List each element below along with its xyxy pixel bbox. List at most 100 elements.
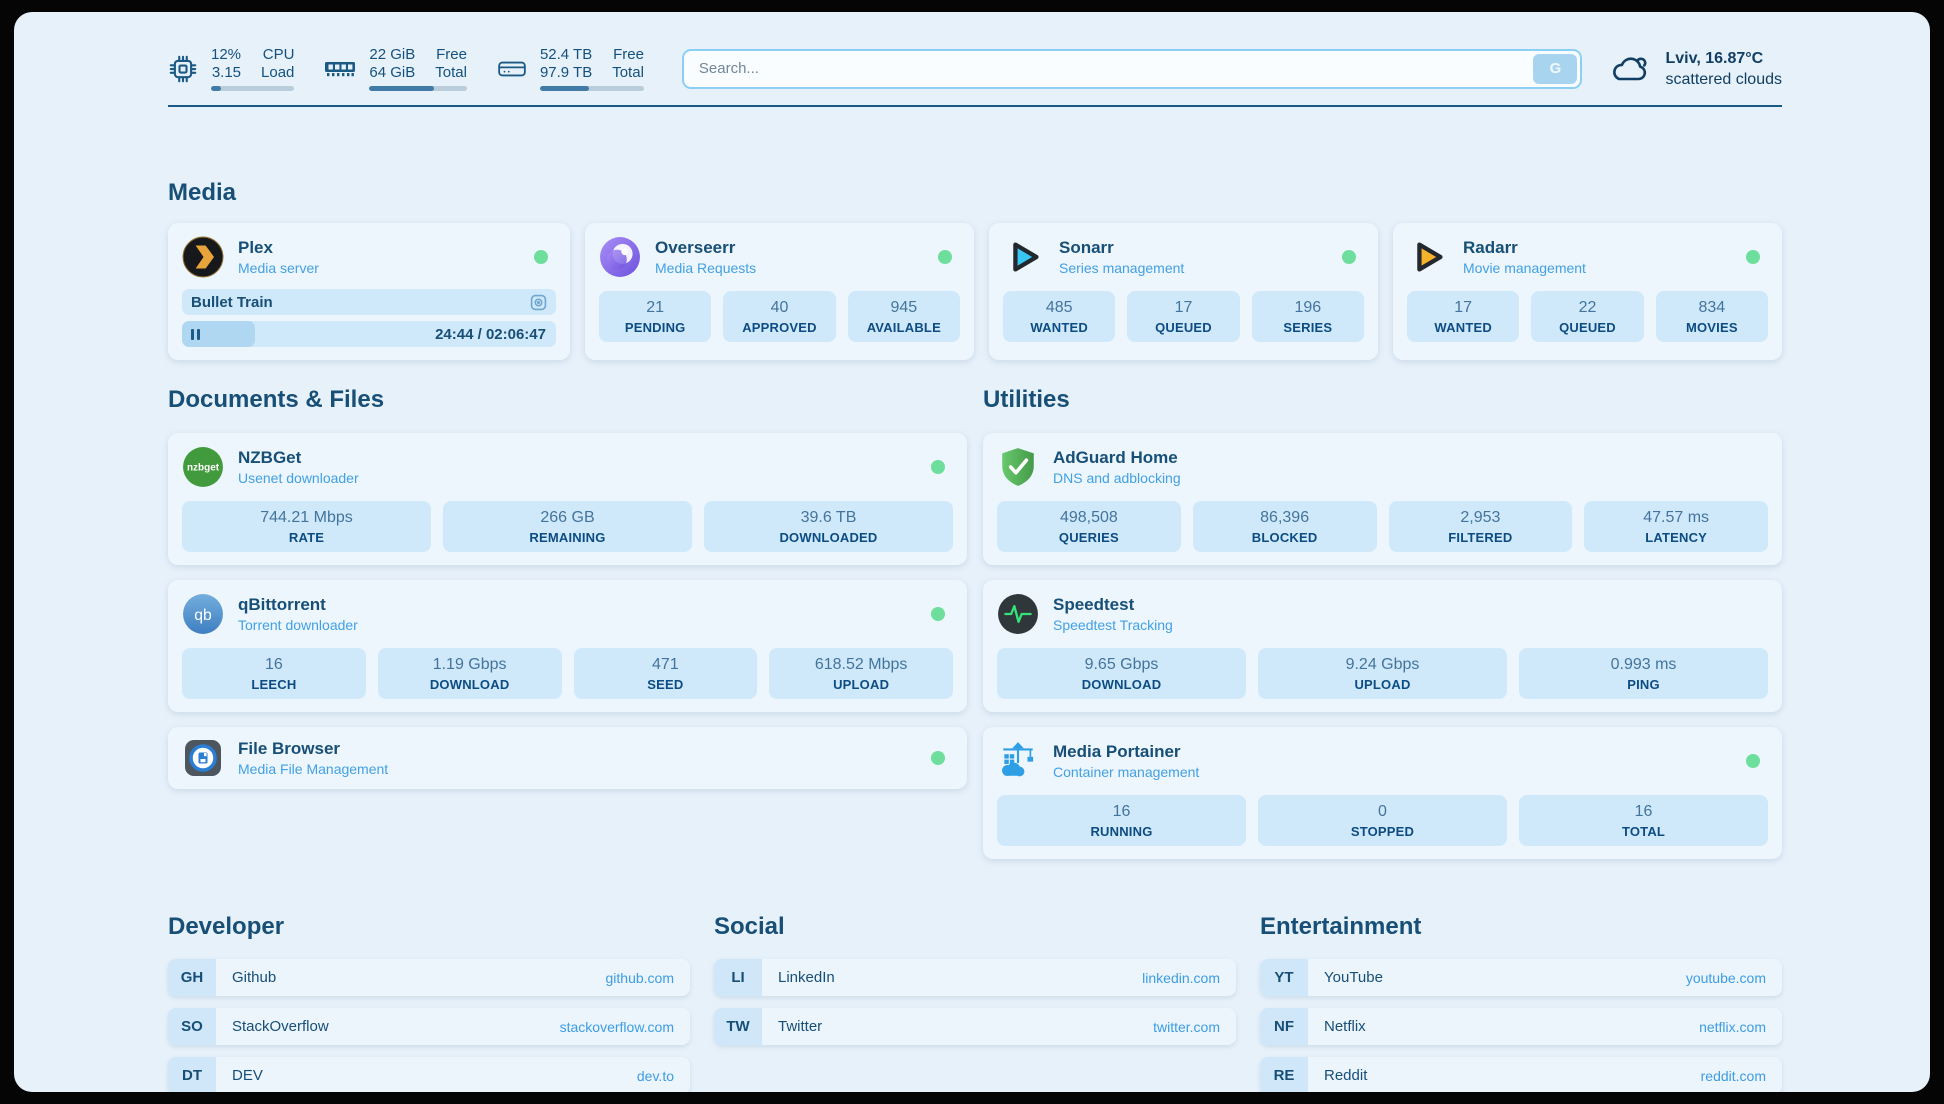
disk-icon (497, 56, 527, 82)
cpu-progress-bar (211, 86, 294, 91)
status-online-dot (931, 460, 945, 474)
stat-value: 86,396 (1197, 509, 1373, 527)
playback-progress-bar: 24:44 / 02:06:47 (182, 321, 556, 347)
stat-value: 834 (1660, 299, 1764, 317)
status-online-dot (534, 250, 548, 264)
link-name: DEV (232, 1067, 263, 1084)
disk-label-bottom: Total (612, 64, 644, 81)
stat-value: 9.24 Gbps (1262, 656, 1503, 674)
stat-value: 17 (1131, 299, 1235, 317)
stat-value: 618.52 Mbps (773, 656, 949, 674)
ram-label-top: Free (435, 46, 467, 63)
stat-label: WANTED (1007, 320, 1111, 335)
stat-chip: 47.57 ms LATENCY (1584, 501, 1768, 552)
status-online-dot (931, 607, 945, 621)
stat-value: 16 (1523, 803, 1764, 821)
topbar-divider (168, 105, 1782, 107)
link-row-linkedin[interactable]: LI LinkedIn linkedin.com (714, 959, 1236, 996)
app-card-qbittorrent[interactable]: qb qBittorrent Torrent downloader 16 LEE… (168, 580, 967, 712)
section-title-entertainment: Entertainment (1260, 913, 1782, 941)
stat-label: MOVIES (1660, 320, 1764, 335)
stat-label: PENDING (603, 320, 707, 335)
link-name: StackOverflow (232, 1018, 329, 1035)
stat-chip: 9.65 Gbps DOWNLOAD (997, 648, 1246, 699)
stat-value: 0.993 ms (1523, 656, 1764, 674)
stat-value: 485 (1007, 299, 1111, 317)
stat-label: PING (1523, 677, 1764, 692)
stat-chip: 498,508 QUERIES (997, 501, 1181, 552)
stat-chip: 618.52 Mbps UPLOAD (769, 648, 953, 699)
link-row-github[interactable]: GH Github github.com (168, 959, 690, 996)
speedtest-icon (997, 593, 1039, 635)
cpu-stat: 12% CPU 3.15 Load (168, 46, 294, 91)
stat-label: QUEUED (1131, 320, 1235, 335)
stat-value: 471 (578, 656, 754, 674)
app-subtitle: Media server (238, 260, 319, 276)
app-card-sonarr[interactable]: Sonarr Series management 485 WANTED 17 Q… (989, 223, 1378, 360)
stat-chip: 0 STOPPED (1258, 795, 1507, 846)
app-title: Overseerr (655, 238, 756, 258)
stat-label: RUNNING (1001, 824, 1242, 839)
app-card-overseerr[interactable]: Overseerr Media Requests 21 PENDING 40 A… (585, 223, 974, 360)
app-subtitle: Torrent downloader (238, 617, 358, 633)
stat-chip: 86,396 BLOCKED (1193, 501, 1377, 552)
link-abbr: SO (168, 1008, 216, 1045)
stat-chip: 16 LEECH (182, 648, 366, 699)
search-input[interactable] (682, 49, 1583, 89)
weather-widget: Lviv, 16.87°C scattered clouds (1608, 48, 1782, 90)
app-title: AdGuard Home (1053, 448, 1181, 468)
cpu-percent: 12% (211, 46, 241, 63)
video-camera-icon (530, 294, 547, 311)
link-row-netflix[interactable]: NF Netflix netflix.com (1260, 1008, 1782, 1045)
app-card-nzbget[interactable]: nzbget NZBGet Usenet downloader 744.21 M… (168, 433, 967, 565)
weather-location-temp: Lviv, 16.87°C (1665, 48, 1782, 69)
section-title-developer: Developer (168, 913, 690, 941)
app-subtitle: Media File Management (238, 761, 388, 777)
link-name: Netflix (1324, 1018, 1366, 1035)
filebrowser-icon (182, 737, 224, 779)
stat-label: LEECH (186, 677, 362, 692)
links-section-social: Social LI LinkedIn linkedin.com TW Twitt… (714, 913, 1236, 1045)
app-title: Speedtest (1053, 595, 1173, 615)
app-card-filebrowser[interactable]: File Browser Media File Management (168, 727, 967, 789)
stat-label: SEED (578, 677, 754, 692)
app-title: File Browser (238, 739, 388, 759)
stat-label: WANTED (1411, 320, 1515, 335)
app-card-adguard[interactable]: AdGuard Home DNS and adblocking 498,508 … (983, 433, 1782, 565)
stat-chip: 471 SEED (574, 648, 758, 699)
link-abbr: GH (168, 959, 216, 996)
link-row-dev[interactable]: DT DEV dev.to (168, 1057, 690, 1092)
link-row-twitter[interactable]: TW Twitter twitter.com (714, 1008, 1236, 1045)
app-card-plex[interactable]: Plex Media server Bullet Train (168, 223, 570, 360)
link-name: Github (232, 969, 276, 986)
link-abbr: YT (1260, 959, 1308, 996)
disk-stat: 52.4 TB Free 97.9 TB Total (497, 46, 644, 91)
link-row-youtube[interactable]: YT YouTube youtube.com (1260, 959, 1782, 996)
app-card-speedtest[interactable]: Speedtest Speedtest Tracking 9.65 Gbps D… (983, 580, 1782, 712)
app-card-radarr[interactable]: Radarr Movie management 17 WANTED 22 QUE… (1393, 223, 1782, 360)
plex-icon (182, 236, 224, 278)
link-abbr: LI (714, 959, 762, 996)
ram-stat: 22 GiB Free 64 GiB Total (324, 46, 467, 91)
app-title: qBittorrent (238, 595, 358, 615)
stat-chip: 834 MOVIES (1656, 291, 1768, 342)
app-card-portainer[interactable]: Media Portainer Container management 16 … (983, 727, 1782, 859)
status-online-dot (931, 751, 945, 765)
stat-value: 9.65 Gbps (1001, 656, 1242, 674)
cpu-icon (168, 54, 198, 84)
stat-chip: 2,953 FILTERED (1389, 501, 1573, 552)
weather-condition: scattered clouds (1665, 69, 1782, 90)
disk-label-top: Free (612, 46, 644, 63)
link-row-stackoverflow[interactable]: SO StackOverflow stackoverflow.com (168, 1008, 690, 1045)
stat-label: DOWNLOAD (382, 677, 558, 692)
section-title-social: Social (714, 913, 1236, 941)
cpu-label-top: CPU (261, 46, 294, 63)
stat-value: 196 (1256, 299, 1360, 317)
stat-chip: 39.6 TB DOWNLOADED (704, 501, 953, 552)
link-row-reddit[interactable]: RE Reddit reddit.com (1260, 1057, 1782, 1092)
ram-progress-bar (369, 86, 467, 91)
search-provider-button[interactable]: G (1533, 54, 1577, 84)
stat-value: 16 (1001, 803, 1242, 821)
stat-value: 21 (603, 299, 707, 317)
ram-free: 22 GiB (369, 46, 415, 63)
